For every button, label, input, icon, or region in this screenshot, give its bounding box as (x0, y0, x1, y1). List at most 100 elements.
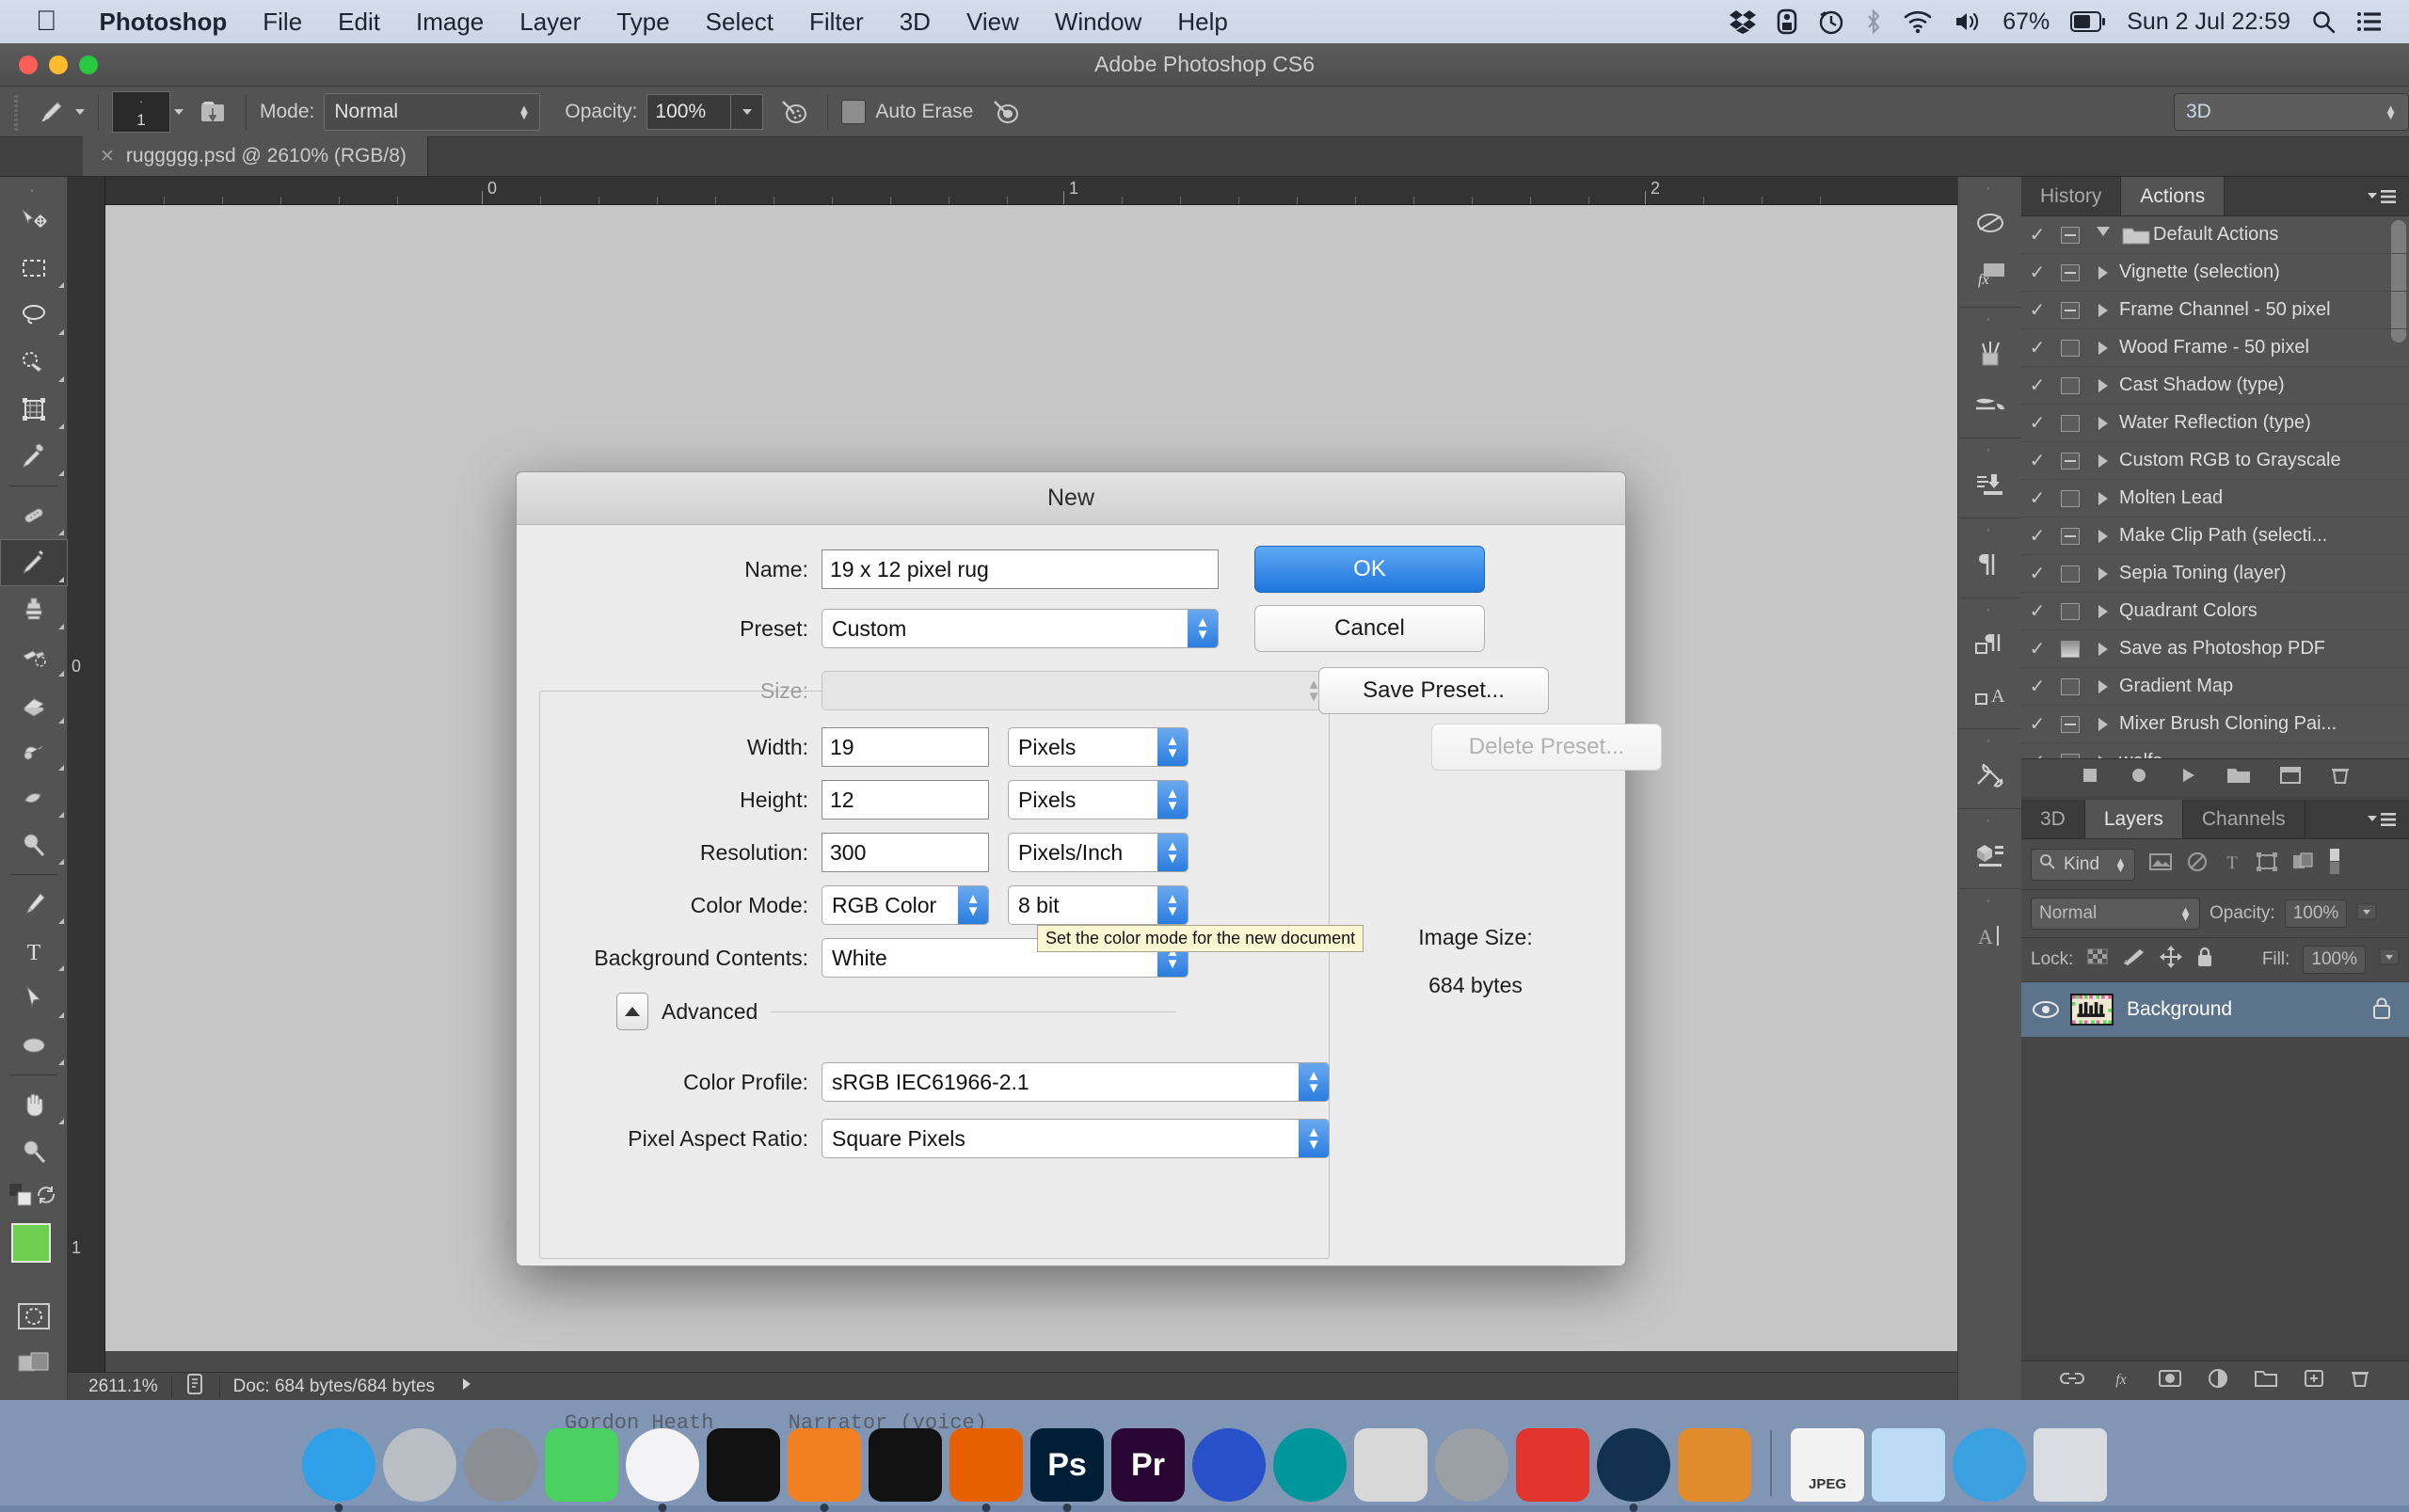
resolution-input[interactable]: 300 (822, 833, 989, 872)
panel-group-gripper[interactable] (1958, 444, 2021, 455)
action-dialog-toggle-icon[interactable] (2053, 376, 2087, 394)
action-enabled-checkmark-icon[interactable]: ✓ (2021, 599, 2053, 623)
styles-panel-icon[interactable]: fx (1958, 248, 2021, 299)
action-row[interactable]: ✓ Molten Lead (2021, 480, 2409, 517)
blend-mode-select[interactable]: Normal ▲ ▼ (324, 92, 541, 131)
panel-group-gripper[interactable] (1958, 524, 2021, 535)
panel-group-gripper[interactable] (1958, 815, 2021, 826)
paragraph-panel-icon[interactable] (1958, 539, 2021, 590)
layer-thumbnail[interactable] (2070, 994, 2114, 1026)
save-preset-button[interactable]: Save Preset... (1318, 667, 1549, 714)
menu-item-photoshop[interactable]: Photoshop (82, 8, 246, 37)
brush-presets-panel-icon[interactable] (1958, 379, 2021, 430)
brush-panel-icon[interactable] (1958, 328, 2021, 379)
chevron-updown-icon[interactable]: ▲▼ (1299, 1120, 1329, 1157)
action-dialog-toggle-icon[interactable] (2053, 263, 2087, 281)
3d-panel-icon[interactable] (1958, 830, 2021, 881)
play-icon[interactable] (2178, 765, 2198, 790)
paragraph-styles-panel-icon[interactable] (1958, 619, 2021, 670)
hand-tool[interactable] (0, 1081, 68, 1128)
dock-item-firefox[interactable] (949, 1428, 1023, 1512)
tab-actions[interactable]: Actions (2121, 177, 2226, 215)
volume-icon[interactable] (1954, 9, 1982, 34)
panel-group-gripper[interactable] (1958, 183, 2021, 194)
dock-item-app-black-dots[interactable] (707, 1428, 780, 1502)
action-row[interactable]: ✓ Custom RGB to Grayscale (2021, 442, 2409, 480)
menu-item-view[interactable]: View (949, 8, 1037, 37)
action-row[interactable]: ✓ Cast Shadow (type) (2021, 367, 2409, 405)
zoom-level-field[interactable]: 2611.1% (88, 1377, 158, 1397)
lasso-tool[interactable] (0, 292, 68, 339)
foreground-color-swatch[interactable] (11, 1223, 51, 1263)
options-bar-gripper[interactable] (9, 92, 23, 131)
clone-source-panel-icon[interactable] (1958, 459, 2021, 510)
swap-colors-icon[interactable] (34, 1183, 58, 1212)
blur-tool[interactable] (0, 774, 68, 821)
tab-3d[interactable]: 3D (2021, 800, 2085, 838)
dropbox-icon[interactable] (1730, 9, 1757, 34)
action-dialog-toggle-icon[interactable] (2053, 414, 2087, 432)
advanced-disclosure-button[interactable] (616, 993, 648, 1030)
fill-dropdown-icon[interactable] (2379, 947, 2400, 973)
action-row[interactable]: ✓ Water Reflection (type) (2021, 405, 2409, 442)
ok-button[interactable]: OK (1254, 546, 1485, 593)
action-row[interactable]: ✓ Mixer Brush Cloning Pai... (2021, 706, 2409, 743)
dock-item-kerbal-space-program[interactable] (1678, 1428, 1751, 1502)
stop-icon[interactable] (2080, 765, 2100, 790)
healing-brush-tool[interactable] (0, 492, 68, 539)
wifi-icon[interactable] (1903, 9, 1933, 34)
pencil-tool-icon[interactable] (32, 92, 72, 132)
new-group-icon[interactable] (2254, 1368, 2278, 1393)
menu-item-type[interactable]: Type (598, 8, 687, 37)
actions-list[interactable]: ✓ Default Actions ✓ Vignette (selection) ✓ Fr… (2021, 216, 2409, 758)
adjustment-layer-icon[interactable] (2207, 1368, 2229, 1393)
chevron-updown-icon[interactable]: ▲▼ (1157, 728, 1188, 766)
chevron-right-icon[interactable] (2087, 454, 2119, 468)
dock-item-facetime[interactable] (545, 1428, 618, 1502)
pen-tool[interactable] (0, 881, 68, 928)
dock-item-arduino[interactable] (1273, 1428, 1347, 1502)
panel-menu-icon[interactable] (2354, 800, 2409, 838)
eyedropper-tool[interactable] (0, 433, 68, 480)
chevron-right-icon[interactable] (2087, 529, 2119, 543)
resolution-unit-select[interactable]: Pixels/Inch ▲ ▼ (1008, 833, 1189, 872)
panel-menu-icon[interactable] (2354, 177, 2409, 215)
dodge-tool[interactable] (0, 821, 68, 868)
action-enabled-checkmark-icon[interactable]: ✓ (2021, 336, 2053, 359)
new-layer-icon[interactable] (2303, 1368, 2325, 1393)
panel-group-gripper[interactable] (1958, 313, 2021, 325)
menu-item-filter[interactable]: Filter (791, 8, 882, 37)
adjustments-panel-icon[interactable] (1958, 198, 2021, 248)
action-enabled-checkmark-icon[interactable]: ✓ (2021, 486, 2053, 510)
dock-item-steam[interactable] (1597, 1428, 1670, 1512)
width-unit-select[interactable]: Pixels ▲ ▼ (1008, 727, 1189, 767)
layer-style-fx-icon[interactable]: fx (2109, 1368, 2133, 1393)
menubar-clock[interactable]: Sun 2 Jul 22:59 (2127, 8, 2290, 36)
status-expand-arrow-icon[interactable] (459, 1377, 474, 1397)
action-dialog-toggle-icon[interactable] (2053, 565, 2087, 582)
action-dialog-toggle-icon[interactable] (2053, 339, 2087, 357)
filter-toggle-icon[interactable] (2327, 847, 2342, 882)
tablet-pressure-icon[interactable] (986, 92, 1026, 132)
pencil-tool[interactable] (0, 539, 68, 586)
menu-item-help[interactable]: Help (1159, 8, 1245, 37)
new-action-icon[interactable] (2279, 765, 2302, 790)
action-dialog-toggle-icon[interactable] (2053, 301, 2087, 319)
horizontal-scrollbar[interactable] (105, 1351, 1986, 1372)
layer-visibility-icon[interactable] (2021, 999, 2070, 1020)
menu-item-layer[interactable]: Layer (502, 8, 598, 37)
action-enabled-checkmark-icon[interactable]: ✓ (2021, 449, 2053, 472)
close-tab-icon[interactable]: ✕ (100, 146, 115, 167)
link-layers-icon[interactable] (2060, 1368, 2084, 1393)
action-enabled-checkmark-icon[interactable]: ✓ (2021, 298, 2053, 322)
action-row[interactable]: ✓ Vignette (selection) (2021, 254, 2409, 292)
document-name-input[interactable]: 19 x 12 pixel rug (822, 549, 1219, 589)
history-brush-tool[interactable] (0, 633, 68, 680)
dock-item-vlc[interactable] (788, 1428, 861, 1512)
menu-item-file[interactable]: File (245, 8, 320, 37)
timemachine-icon[interactable] (1777, 8, 1797, 35)
action-row[interactable]: ✓ Make Clip Path (selecti... (2021, 517, 2409, 555)
move-tool[interactable] (0, 198, 68, 245)
chevron-updown-icon[interactable]: ▲▼ (1157, 781, 1188, 819)
quick-selection-tool[interactable] (0, 339, 68, 386)
